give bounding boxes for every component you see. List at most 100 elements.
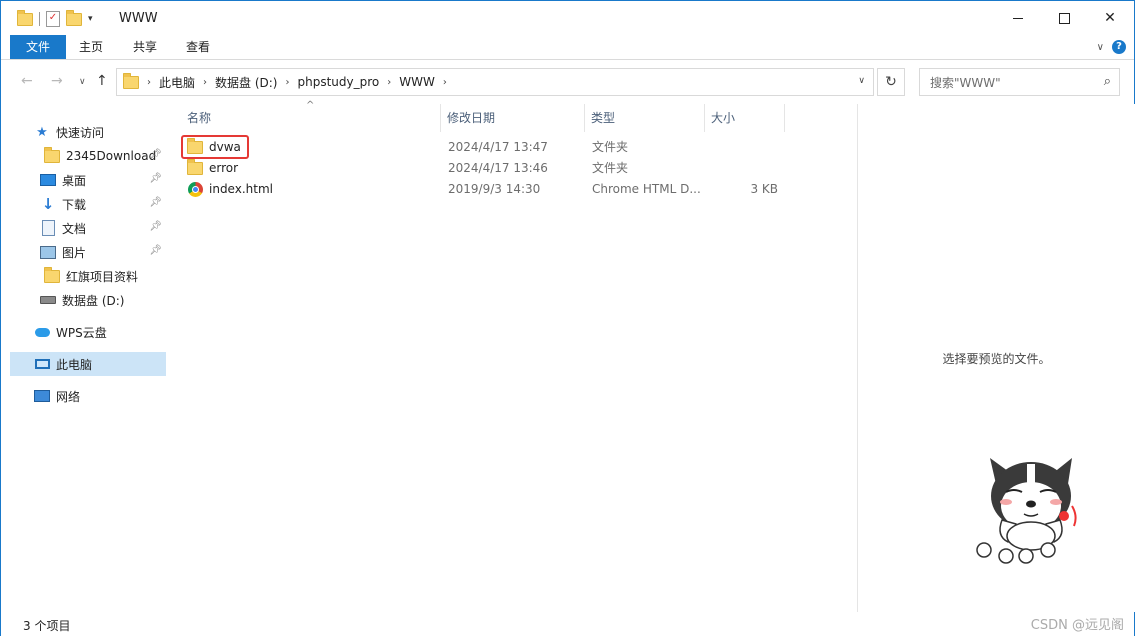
pin-icon[interactable]: 📌︎ xyxy=(149,173,162,184)
breadcrumb-this-pc[interactable]: 此电脑 xyxy=(159,74,195,91)
maximize-button[interactable] xyxy=(1041,1,1087,35)
sidebar-item-downloads[interactable]: ↓ 下载 📌︎ xyxy=(10,192,166,216)
file-row[interactable]: dvwa 2024/4/17 13:47 文件夹 xyxy=(181,137,801,158)
back-arrow-icon[interactable]: ← xyxy=(21,73,33,89)
sidebar-item-label: 图片 xyxy=(62,245,87,260)
recent-locations-dropdown-icon[interactable]: ∨ xyxy=(79,77,86,87)
file-type: 文件夹 xyxy=(592,140,629,154)
pin-icon[interactable]: 📌︎ xyxy=(149,245,162,256)
file-name: error xyxy=(209,161,239,175)
refresh-button[interactable]: ↻ xyxy=(877,68,905,96)
sidebar-item-label: 红旗项目资料 xyxy=(66,269,139,284)
file-list: ^ 名称 修改日期 类型 大小 dvwa 2024/4/17 13:47 文件夹… xyxy=(169,100,857,612)
file-date: 2019/9/3 14:30 xyxy=(448,182,541,196)
status-bar: 3 个项目 CSDN @远见阁 xyxy=(1,612,1134,636)
sidebar-item-pictures[interactable]: 图片 📌︎ xyxy=(10,240,166,264)
sidebar-item-hongqi[interactable]: 红旗项目资料 xyxy=(10,264,166,288)
column-header-name[interactable]: 名称 xyxy=(181,104,441,132)
tab-home[interactable]: 主页 xyxy=(67,35,115,59)
sidebar-item-label: 下载 xyxy=(62,197,87,212)
pin-icon[interactable]: 📌︎ xyxy=(149,221,162,232)
file-row[interactable]: index.html 2019/9/3 14:30 Chrome HTML D.… xyxy=(181,179,801,200)
customize-toolbar-dropdown-icon[interactable]: ▾ xyxy=(88,14,93,24)
address-bar[interactable]: › 此电脑 › 数据盘 (D:) › phpstudy_pro › WWW › … xyxy=(116,68,874,96)
file-name-cell[interactable]: error xyxy=(187,158,437,179)
sidebar-item-desktop[interactable]: 桌面 📌︎ xyxy=(10,168,166,192)
column-header-type[interactable]: 类型 xyxy=(585,104,705,132)
sidebar-item-this-pc[interactable]: 此电脑 xyxy=(10,352,166,376)
search-input[interactable] xyxy=(928,75,1092,91)
sidebar-item-2345download[interactable]: 2345Download 📌︎ xyxy=(10,144,166,168)
folder-icon xyxy=(187,159,203,177)
folder-icon xyxy=(44,146,60,164)
chevron-right-icon[interactable]: › xyxy=(443,77,447,88)
navigation-pane: ★ 快速访问 2345Download 📌︎ 桌面 📌︎ ↓ 下载 📌︎ 文档 … xyxy=(1,104,167,612)
sidebar-item-label: 网络 xyxy=(56,389,81,404)
preview-pane: 选择要预览的文件。 xyxy=(857,104,1135,612)
column-header-size[interactable]: 大小 xyxy=(705,104,785,132)
husky-sticker-image xyxy=(976,458,1077,564)
annotation-highlight-box xyxy=(181,135,249,159)
ribbon: 文件 主页 共享 查看 ∨ ? xyxy=(1,35,1134,60)
address-history-dropdown-icon[interactable]: ∨ xyxy=(858,76,865,86)
search-box[interactable]: ⌕ xyxy=(919,68,1120,96)
up-arrow-icon[interactable]: ↑ xyxy=(96,73,108,89)
file-date: 2024/4/17 13:46 xyxy=(448,161,548,175)
chevron-right-icon[interactable]: › xyxy=(147,77,151,88)
file-size xyxy=(712,137,778,158)
expand-ribbon-icon[interactable]: ∨ xyxy=(1097,42,1104,53)
computer-icon xyxy=(34,356,50,372)
download-icon: ↓ xyxy=(41,195,55,213)
sidebar-item-label: 桌面 xyxy=(62,173,87,188)
file-size xyxy=(712,158,778,179)
tab-view[interactable]: 查看 xyxy=(174,35,222,59)
star-icon: ★ xyxy=(36,124,48,140)
sidebar-item-quick-access[interactable]: ★ 快速访问 xyxy=(10,120,166,144)
sidebar-item-label: 快速访问 xyxy=(56,125,105,140)
title-bar: ✓ ▾ WWW ✕ xyxy=(1,1,1134,35)
sidebar-item-label: WPS云盘 xyxy=(56,325,107,340)
breadcrumb-data-drive[interactable]: 数据盘 (D:) xyxy=(215,74,277,91)
quick-access-toolbar: ✓ ▾ xyxy=(17,9,93,29)
chevron-right-icon[interactable]: › xyxy=(285,77,289,88)
properties-icon[interactable]: ✓ xyxy=(46,11,60,27)
forward-arrow-icon[interactable]: → xyxy=(51,73,63,89)
file-row[interactable]: error 2024/4/17 13:46 文件夹 xyxy=(181,158,801,179)
breadcrumb-phpstudy[interactable]: phpstudy_pro xyxy=(297,75,379,89)
sidebar-item-data-drive[interactable]: 数据盘 (D:) xyxy=(10,288,166,312)
minimize-icon xyxy=(1013,17,1023,19)
file-size: 3 KB xyxy=(750,182,778,196)
sidebar-item-label: 此电脑 xyxy=(56,357,93,372)
window-title: WWW xyxy=(119,11,158,26)
sidebar-item-label: 2345Download xyxy=(66,149,157,163)
column-header-date[interactable]: 修改日期 xyxy=(441,104,585,132)
breadcrumb-www[interactable]: WWW xyxy=(399,75,435,89)
help-icon[interactable]: ? xyxy=(1112,40,1126,54)
new-folder-icon[interactable] xyxy=(66,9,82,26)
document-icon xyxy=(40,220,56,236)
sidebar-item-label: 数据盘 (D:) xyxy=(62,293,125,308)
close-button[interactable]: ✕ xyxy=(1087,1,1133,35)
search-icon[interactable]: ⌕ xyxy=(1104,74,1111,89)
item-count: 3 个项目 xyxy=(23,619,71,633)
chevron-right-icon[interactable]: › xyxy=(203,77,207,88)
picture-icon xyxy=(40,244,56,260)
pin-icon[interactable]: 📌︎ xyxy=(149,197,162,208)
chevron-right-icon[interactable]: › xyxy=(387,77,391,88)
tab-file[interactable]: 文件 xyxy=(10,35,66,59)
pin-icon[interactable]: 📌︎ xyxy=(149,149,162,160)
sidebar-item-documents[interactable]: 文档 📌︎ xyxy=(10,216,166,240)
preview-message: 选择要预览的文件。 xyxy=(942,352,1051,366)
file-name-cell[interactable]: index.html xyxy=(187,179,437,200)
file-date: 2024/4/17 13:47 xyxy=(448,140,548,154)
folder-icon xyxy=(123,72,139,89)
watermark: CSDN @远见阁 xyxy=(1030,618,1124,633)
cloud-icon xyxy=(34,324,50,340)
sidebar-item-label: 文档 xyxy=(62,221,87,236)
close-icon: ✕ xyxy=(1104,10,1116,26)
tab-share[interactable]: 共享 xyxy=(121,35,169,59)
sidebar-item-wps-cloud[interactable]: WPS云盘 xyxy=(10,320,166,344)
sidebar-item-network[interactable]: 网络 xyxy=(10,384,166,408)
desktop-icon xyxy=(40,172,56,188)
minimize-button[interactable] xyxy=(995,1,1041,35)
